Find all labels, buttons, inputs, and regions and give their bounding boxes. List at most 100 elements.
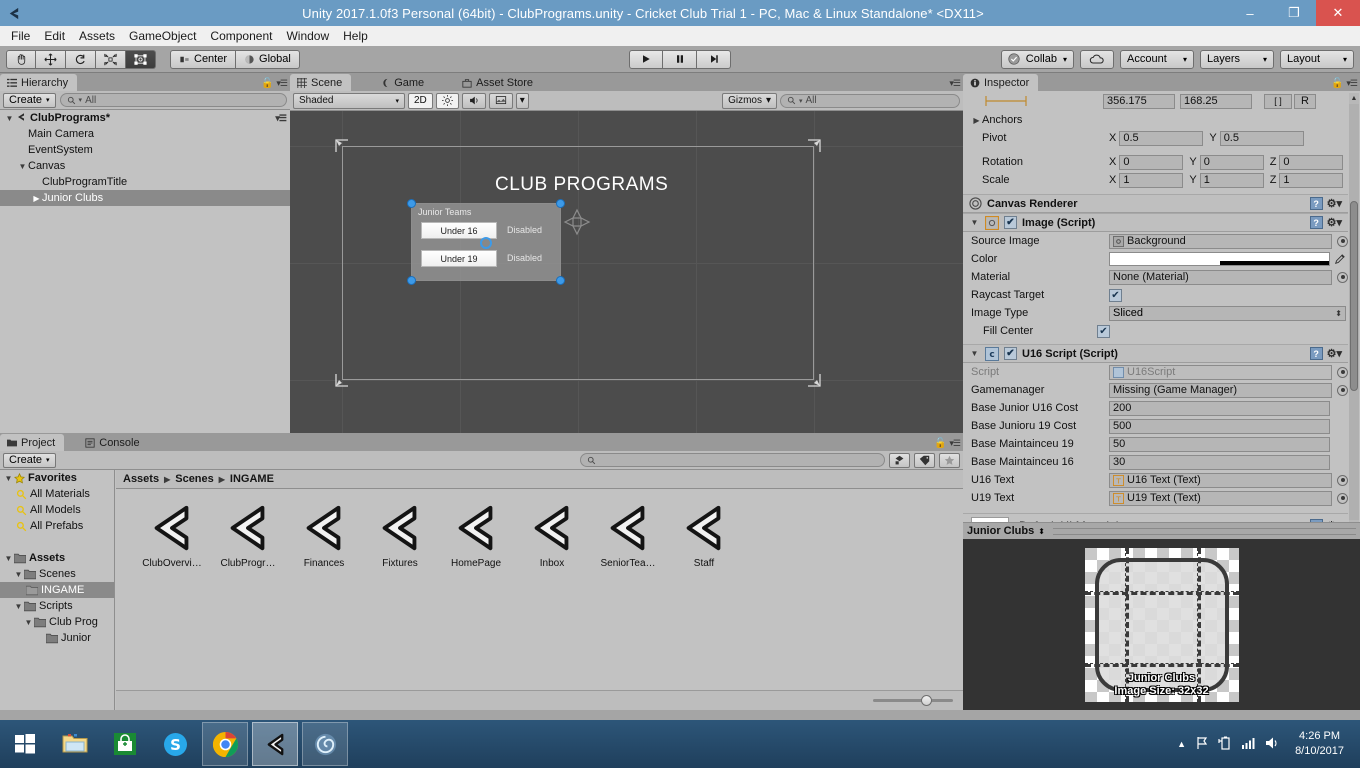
source-image-picker-icon[interactable] (1337, 235, 1348, 247)
u16-text-picker-icon[interactable] (1337, 474, 1348, 486)
network-icon[interactable] (1241, 736, 1256, 753)
tab-scene[interactable]: Scene (290, 74, 352, 91)
rotation-z-input[interactable]: 0 (1279, 154, 1344, 170)
menu-gameobject[interactable]: GameObject (122, 27, 203, 45)
google-chrome-button[interactable] (202, 722, 248, 766)
base-maintainceu19-input[interactable]: 50 (1109, 436, 1330, 452)
project-create-button[interactable]: Create ▾ (3, 452, 56, 468)
help-icon[interactable]: ? (1309, 216, 1323, 229)
anchor-handle-br[interactable] (556, 276, 565, 285)
inspector-scrollbar[interactable]: ▲ ▼ (1349, 93, 1359, 531)
pivot-handle[interactable] (480, 237, 492, 249)
media-app-button[interactable] (302, 722, 348, 766)
canvas-renderer-header[interactable]: Canvas Renderer ? ⚙▾ (963, 194, 1348, 213)
junior-teams-panel[interactable]: Junior Teams Under 16 Disabled Under 19 … (407, 199, 565, 285)
hand-tool-icon[interactable] (6, 49, 36, 69)
project-tree-scenes[interactable]: ▼ Scenes (0, 566, 114, 582)
scene-search-input[interactable]: ▾ All (780, 93, 960, 108)
project-tree-junior[interactable]: Junior (0, 630, 114, 646)
hierarchy-item-canvas[interactable]: ▼ Canvas (0, 158, 290, 174)
project-tree-scripts[interactable]: ▼ Scripts (0, 598, 114, 614)
gear-icon[interactable]: ⚙▾ (1327, 347, 1342, 360)
panel-menu-icon[interactable]: ▾☰ (949, 438, 961, 449)
rotation-x-input[interactable]: 0 (1119, 154, 1184, 170)
project-tree-club-prog[interactable]: ▼ Club Prog (0, 614, 114, 630)
anchor-handle-tl[interactable] (407, 199, 416, 208)
canvas-corner-handle-tl[interactable] (334, 138, 350, 154)
hierarchy-item-eventsystem[interactable]: ▶ EventSystem (0, 142, 290, 158)
rotate-tool-icon[interactable] (66, 49, 96, 69)
tab-project[interactable]: Project (0, 434, 65, 451)
volume-icon[interactable] (1265, 736, 1280, 753)
tab-hierarchy[interactable]: Hierarchy (0, 74, 78, 91)
project-tree-all-models[interactable]: All Models (0, 502, 114, 518)
eyedropper-icon[interactable] (1332, 253, 1348, 265)
rotation-y-input[interactable]: 0 (1199, 154, 1264, 170)
chevron-updown-icon[interactable]: ⬍ (1038, 527, 1045, 536)
project-tree-all-materials[interactable]: All Materials (0, 486, 114, 502)
microsoft-store-button[interactable] (102, 722, 148, 766)
skype-button[interactable]: S (152, 722, 198, 766)
expand-arrow-icon[interactable]: ▶ (971, 116, 982, 125)
space-mode-button[interactable]: Global (236, 49, 300, 69)
scale-tool-icon[interactable] (96, 49, 126, 69)
material-picker-icon[interactable] (1337, 271, 1348, 283)
lock-icon[interactable]: 🔓 (1331, 78, 1343, 89)
menu-file[interactable]: File (4, 27, 37, 45)
start-button[interactable] (2, 722, 48, 766)
raycast-target-checkbox[interactable]: ✔ (1109, 288, 1122, 302)
battery-icon[interactable] (1218, 736, 1232, 753)
toggle-2d-button[interactable]: 2D (408, 92, 433, 109)
breadcrumb-scenes[interactable]: Scenes (175, 473, 214, 485)
account-button[interactable]: Account ▾ (1120, 49, 1194, 69)
pivot-mode-button[interactable]: Center (170, 49, 237, 69)
hierarchy-create-button[interactable]: Create ▾ (3, 92, 56, 108)
breadcrumb-assets[interactable]: Assets (123, 473, 159, 485)
scale-y-input[interactable]: 1 (1199, 172, 1264, 188)
project-search-input[interactable] (580, 453, 885, 467)
u19-text-picker-icon[interactable] (1337, 492, 1348, 504)
filter-by-type-icon[interactable] (889, 452, 910, 468)
panel-menu-icon[interactable]: ▾☰ (276, 78, 288, 89)
project-tree-all-prefabs[interactable]: All Prefabs (0, 518, 114, 534)
u16-text-field[interactable]: T U16 Text (Text) (1109, 472, 1332, 488)
expand-arrow-icon[interactable]: ▼ (969, 218, 980, 227)
maximize-button[interactable]: ❐ (1272, 0, 1316, 26)
scene-audio-icon[interactable] (461, 92, 486, 109)
tab-asset-store[interactable]: Asset Store (455, 74, 543, 91)
file-explorer-button[interactable] (52, 722, 98, 766)
cloud-button[interactable] (1080, 49, 1114, 69)
scale-x-input[interactable]: 1 (1119, 172, 1184, 188)
image-enabled-checkbox[interactable]: ✔ (1004, 216, 1017, 229)
tab-inspector[interactable]: Inspector (963, 74, 1039, 91)
material-field[interactable]: None (Material) (1109, 269, 1332, 285)
source-image-field[interactable]: Background (1109, 233, 1332, 249)
expand-arrow-icon[interactable]: ▼ (3, 554, 14, 563)
help-icon[interactable]: ? (1309, 197, 1323, 210)
fill-center-checkbox[interactable]: ✔ (1097, 324, 1110, 338)
anchor-handle-bl[interactable] (407, 276, 416, 285)
hierarchy-item-junior-clubs[interactable]: ▶ Junior Clubs (0, 190, 290, 206)
rect-width-input[interactable]: 356.175 (1103, 93, 1175, 109)
scene-lighting-icon[interactable] (435, 92, 459, 109)
rect-height-input[interactable]: 168.25 (1180, 93, 1252, 109)
u16-script-header[interactable]: ▼ c ✔ U16 Script (Script) ? ⚙▾ (963, 344, 1348, 363)
hierarchy-scene-root[interactable]: ▼ ClubPrograms* ▾☰ (0, 110, 290, 126)
panel-menu-icon[interactable]: ▾☰ (1346, 78, 1358, 89)
menu-window[interactable]: Window (279, 27, 336, 45)
expand-arrow-icon[interactable]: ▼ (23, 618, 34, 627)
expand-arrow-icon[interactable]: ▶ (31, 194, 42, 203)
gamemanager-picker-icon[interactable] (1337, 384, 1348, 396)
taskbar-clock[interactable]: 4:26 PM 8/10/2017 (1289, 729, 1350, 759)
tab-console[interactable]: Console (78, 434, 149, 451)
scene-context-menu-icon[interactable]: ▾☰ (275, 113, 287, 124)
raw-edit-mode-button[interactable]: R (1294, 93, 1316, 109)
canvas-corner-handle-bl[interactable] (334, 372, 350, 388)
base-junioru19-cost-input[interactable]: 500 (1109, 418, 1330, 434)
lock-icon[interactable]: 🔓 (934, 438, 946, 449)
gizmos-dropdown[interactable]: Gizmos ▾ (722, 92, 777, 109)
asset-item[interactable]: HomePage (438, 502, 514, 569)
u16-script-enabled-checkbox[interactable]: ✔ (1004, 347, 1017, 360)
minimize-button[interactable]: – (1228, 0, 1272, 26)
panel-menu-icon[interactable]: ▾☰ (949, 78, 961, 89)
